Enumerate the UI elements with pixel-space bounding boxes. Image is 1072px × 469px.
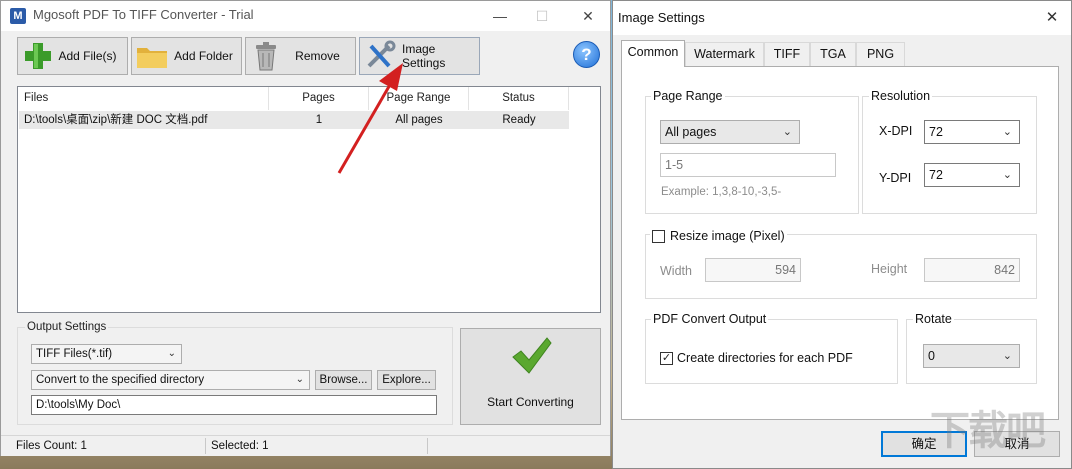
add-files-label: Add File(s) <box>58 49 117 63</box>
selected-count-text: Selected: 1 <box>211 440 269 452</box>
ydpi-label: Y-DPI <box>879 171 912 185</box>
main-window: M Mgosoft PDF To TIFF Converter - Trial … <box>0 0 611 456</box>
page-range-input[interactable]: 1-5 <box>660 153 836 177</box>
cell-file: D:\tools\桌面\zip\新建 DOC 文档.pdf <box>24 114 208 126</box>
output-format-select[interactable]: TIFF Files(*.tif) ⌄ <box>31 344 182 364</box>
chevron-down-icon: ⌄ <box>1002 126 1012 138</box>
app-icon: M <box>10 8 26 24</box>
tools-icon <box>367 40 396 68</box>
image-settings-label: Image Settings <box>402 42 446 70</box>
watermark-logo: 下载吧 <box>930 409 1046 453</box>
rotate-value: 0 <box>928 349 935 363</box>
resize-checkbox-row[interactable]: Resize image (Pixel) <box>650 229 787 243</box>
create-dirs-checkbox-row[interactable]: ✓ Create directories for each PDF <box>660 351 853 365</box>
tab-watermark[interactable]: Watermark <box>685 42 764 66</box>
output-format-value: TIFF Files(*.tif) <box>36 348 113 360</box>
close-button[interactable]: ✕ <box>568 5 608 27</box>
add-files-button[interactable]: Add File(s) <box>17 37 128 75</box>
add-folder-button[interactable]: Add Folder <box>131 37 242 75</box>
pdf-output-legend: PDF Convert Output <box>651 312 769 326</box>
xdpi-label: X-DPI <box>879 124 913 138</box>
page-range-legend: Page Range <box>651 89 725 103</box>
tab-tiff[interactable]: TIFF <box>764 42 810 66</box>
tab-common[interactable]: Common <box>621 40 685 67</box>
folder-icon <box>137 48 167 68</box>
rotate-legend: Rotate <box>913 312 954 326</box>
height-input[interactable]: 842 <box>924 258 1020 282</box>
width-input[interactable]: 594 <box>705 258 801 282</box>
ydpi-select[interactable]: 72 ⌄ <box>924 163 1020 187</box>
chevron-down-icon: ⌄ <box>1002 169 1012 181</box>
maximize-button[interactable]: ☐ <box>522 5 562 27</box>
add-folder-label: Add Folder <box>174 49 233 63</box>
main-window-title: Mgosoft PDF To TIFF Converter - Trial <box>33 7 254 22</box>
page-range-select[interactable]: All pages ⌄ <box>660 120 800 144</box>
height-label: Height <box>871 262 908 276</box>
main-title-bar: M Mgosoft PDF To TIFF Converter - Trial … <box>1 1 610 31</box>
dialog-title-bar: Image Settings ✕ <box>613 1 1071 35</box>
start-converting-label: Start Converting <box>487 395 574 409</box>
chevron-down-icon: ⌄ <box>782 126 792 138</box>
checkmark-icon <box>512 337 552 374</box>
status-separator <box>205 438 206 454</box>
explore-button[interactable]: Explore... <box>377 370 436 390</box>
output-path-input[interactable]: D:\tools\My Doc\ <box>31 395 437 415</box>
dialog-close-button[interactable]: ✕ <box>1035 6 1069 30</box>
column-header-status[interactable]: Status <box>469 87 569 110</box>
plus-icon <box>25 43 51 69</box>
column-header-pages[interactable]: Pages <box>269 87 369 110</box>
trash-icon <box>256 42 276 71</box>
status-bar: Files Count: 1 Selected: 1 <box>1 435 610 456</box>
rotate-select[interactable]: 0 ⌄ <box>923 344 1020 368</box>
minimize-button[interactable]: — <box>480 5 520 27</box>
xdpi-select[interactable]: 72 ⌄ <box>924 120 1020 144</box>
output-dir-mode-select[interactable]: Convert to the specified directory ⌄ <box>31 370 310 390</box>
resize-checkbox[interactable] <box>652 229 665 243</box>
image-settings-button[interactable]: Image Settings <box>359 37 480 75</box>
help-button[interactable]: ? <box>573 41 600 68</box>
status-separator <box>427 438 428 454</box>
column-header-page-range[interactable]: Page Range <box>369 87 469 110</box>
output-settings-legend: Output Settings <box>25 321 109 333</box>
page-range-mode-value: All pages <box>665 125 717 139</box>
tab-png[interactable]: PNG <box>856 42 905 66</box>
tab-tga[interactable]: TGA <box>810 42 856 66</box>
common-tab-panel: Page Range All pages ⌄ 1-5 Example: 1,3,… <box>621 66 1059 420</box>
ydpi-value: 72 <box>929 168 943 182</box>
cell-page-range: All pages <box>395 114 443 126</box>
file-list-table[interactable]: Files Pages Page Range Status D:\tools\桌… <box>17 86 601 313</box>
dialog-title: Image Settings <box>618 10 705 25</box>
column-header-files[interactable]: Files <box>18 87 269 110</box>
resize-label: Resize image (Pixel) <box>670 229 785 243</box>
width-label: Width <box>660 264 692 278</box>
page-range-example: Example: 1,3,8-10,-3,5- <box>661 186 782 198</box>
files-count-text: Files Count: 1 <box>16 440 87 452</box>
create-dirs-checkbox[interactable]: ✓ <box>660 351 673 365</box>
cell-status: Ready <box>502 114 536 126</box>
create-dirs-label: Create directories for each PDF <box>677 351 853 365</box>
output-dir-mode-value: Convert to the specified directory <box>36 374 205 386</box>
resolution-group <box>862 96 1037 214</box>
remove-label: Remove <box>295 49 340 63</box>
chevron-down-icon: ⌄ <box>167 348 176 359</box>
browse-button[interactable]: Browse... <box>315 370 372 390</box>
chevron-down-icon: ⌄ <box>295 374 304 385</box>
chevron-down-icon: ⌄ <box>1002 350 1012 362</box>
resolution-legend: Resolution <box>869 89 933 103</box>
cell-pages: 1 <box>315 114 323 126</box>
start-converting-button[interactable]: Start Converting <box>460 328 601 425</box>
remove-button[interactable]: Remove <box>245 37 356 75</box>
xdpi-value: 72 <box>929 125 943 139</box>
